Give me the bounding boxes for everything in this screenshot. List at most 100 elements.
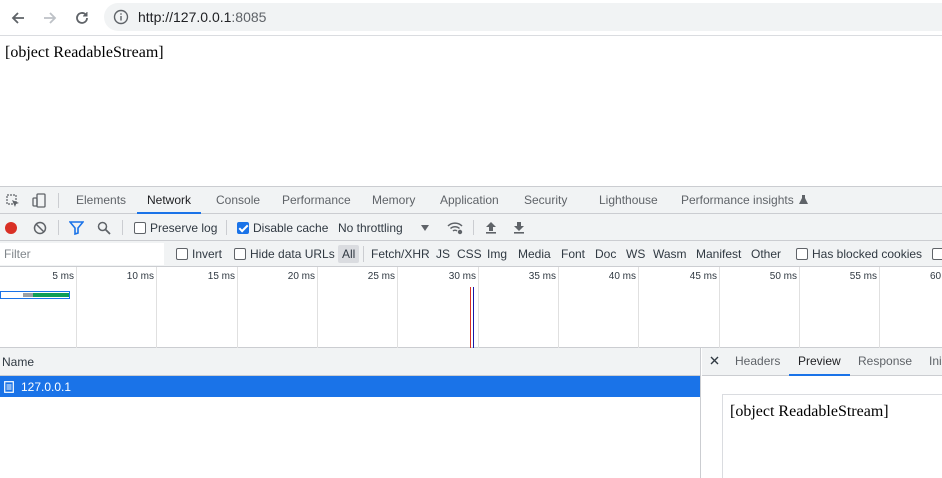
tab-performance-insights[interactable]: Performance insights — [681, 187, 809, 214]
timeline-gridline — [558, 267, 559, 348]
invert-label: Invert — [192, 247, 223, 261]
clear-button[interactable] — [33, 214, 47, 241]
type-filter-all[interactable]: All — [338, 245, 360, 263]
type-filter-font[interactable]: Font — [561, 241, 585, 267]
type-filter-js[interactable]: JS — [436, 241, 450, 267]
export-har-button[interactable] — [513, 214, 525, 241]
type-filter-img[interactable]: Img — [487, 241, 507, 267]
url-port: :8085 — [231, 9, 267, 25]
separator — [363, 246, 364, 262]
throttling-select[interactable]: No throttling — [338, 214, 429, 241]
forward-button[interactable] — [38, 6, 62, 30]
checkbox-box[interactable] — [176, 248, 188, 260]
request-list-pane: Name 127.0.0.1 — [0, 348, 701, 478]
column-header-name[interactable]: Name — [0, 348, 700, 376]
tab-memory[interactable]: Memory — [372, 187, 415, 214]
type-filter-fetch-xhr[interactable]: Fetch/XHR — [371, 241, 430, 267]
timeline-gridline — [76, 267, 77, 348]
tab-network[interactable]: Network — [137, 187, 202, 214]
preserve-log-checkbox[interactable]: Preserve log — [134, 214, 217, 241]
checkbox-box[interactable] — [234, 248, 246, 260]
funnel-icon — [69, 220, 84, 235]
checkbox-box[interactable] — [796, 248, 808, 260]
clear-icon — [33, 221, 47, 234]
tab-headers[interactable]: Headers — [735, 348, 780, 376]
checkbox-box[interactable] — [932, 248, 942, 260]
request-detail-pane: Headers Preview Response Ini [object Rea… — [702, 348, 942, 478]
waterfall-stalled-segment — [23, 293, 33, 297]
invert-checkbox[interactable]: Invert — [176, 241, 222, 267]
browser-toolbar: http://127.0.0.1:8085 — [0, 0, 942, 36]
network-conditions-button[interactable] — [447, 214, 464, 241]
device-toolbar-icon[interactable] — [32, 193, 46, 208]
detail-tabbar: Headers Preview Response Ini — [702, 348, 942, 376]
filter-toggle-button[interactable] — [69, 214, 84, 241]
has-blocked-cookies-label: Has blocked cookies — [812, 247, 923, 261]
checkbox-box-checked[interactable] — [237, 221, 249, 234]
timeline-tick-label: 35 ms — [528, 271, 556, 282]
timeline-gridline — [237, 267, 238, 348]
tab-performance-insights-label: Performance insights — [681, 193, 794, 207]
close-detail-button[interactable] — [710, 348, 719, 376]
table-row[interactable]: 127.0.0.1 — [0, 376, 700, 397]
separator — [226, 220, 227, 235]
timeline-tick-label: 30 ms — [448, 271, 476, 282]
type-filter-other[interactable]: Other — [751, 241, 781, 267]
type-filter-css[interactable]: CSS — [457, 241, 482, 267]
has-blocked-cookies-checkbox[interactable]: Has blocked cookies — [796, 241, 922, 267]
tab-lighthouse[interactable]: Lighthouse — [599, 187, 658, 214]
checkbox-box[interactable] — [134, 221, 146, 234]
tab-console[interactable]: Console — [216, 187, 260, 214]
separator — [473, 220, 474, 235]
disable-cache-checkbox[interactable]: Disable cache — [237, 214, 328, 241]
document-icon — [4, 380, 14, 393]
type-filter-wasm[interactable]: Wasm — [653, 241, 687, 267]
type-filter-media[interactable]: Media — [518, 241, 551, 267]
separator — [122, 220, 123, 235]
tab-preview[interactable]: Preview — [789, 348, 850, 376]
inspect-element-icon[interactable] — [6, 194, 20, 208]
timeline-tick-label: 60 — [930, 271, 942, 282]
devtools-tabbar: Elements Network Console Performance Mem… — [0, 187, 942, 214]
timeline-gridline — [879, 267, 880, 348]
preserve-log-label: Preserve log — [150, 220, 218, 235]
tab-performance[interactable]: Performance — [282, 187, 351, 214]
timeline-tick-label: 50 ms — [769, 271, 797, 282]
back-button[interactable] — [6, 6, 30, 30]
timeline-tick-label: 10 ms — [126, 271, 154, 282]
back-arrow-icon — [11, 12, 24, 24]
timeline-tick-label: 5 ms — [52, 271, 74, 282]
preview-content: [object ReadableStream] — [722, 394, 942, 478]
search-button[interactable] — [97, 214, 111, 241]
url-text: http://127.0.0.1:8085 — [138, 9, 266, 25]
filter-input[interactable]: Filter — [0, 243, 164, 265]
url-host: http://127.0.0.1 — [138, 9, 232, 25]
timeline-tick-label: 45 ms — [689, 271, 717, 282]
flask-icon — [799, 195, 809, 204]
tab-security[interactable]: Security — [524, 187, 567, 214]
hide-data-urls-checkbox[interactable]: Hide data URLs — [234, 241, 335, 267]
address-bar[interactable]: http://127.0.0.1:8085 — [104, 3, 942, 31]
download-icon — [514, 222, 524, 234]
network-overview-timeline[interactable]: 5 ms 10 ms 15 ms 20 ms 25 ms 30 ms 35 ms… — [0, 267, 942, 348]
timeline-gridline — [719, 267, 720, 348]
domcontentloaded-marker — [473, 287, 474, 348]
tab-application[interactable]: Application — [440, 187, 499, 214]
separator — [58, 220, 59, 235]
wifi-settings-icon — [447, 221, 463, 234]
timeline-gridline — [397, 267, 398, 348]
tab-elements[interactable]: Elements — [76, 187, 126, 214]
type-filter-doc[interactable]: Doc — [595, 241, 616, 267]
search-icon — [97, 221, 111, 235]
import-har-button[interactable] — [485, 214, 497, 241]
record-button[interactable] — [4, 214, 18, 241]
type-filter-ws[interactable]: WS — [626, 241, 645, 267]
type-filter-manifest[interactable]: Manifest — [696, 241, 741, 267]
dropdown-arrow-icon — [420, 224, 429, 231]
blocked-requests-checkbox[interactable] — [932, 241, 942, 267]
reload-icon — [76, 12, 88, 24]
timeline-tick-label: 15 ms — [207, 271, 235, 282]
tab-response[interactable]: Response — [858, 348, 912, 376]
reload-button[interactable] — [70, 6, 94, 30]
tab-initiator[interactable]: Ini — [929, 348, 942, 376]
